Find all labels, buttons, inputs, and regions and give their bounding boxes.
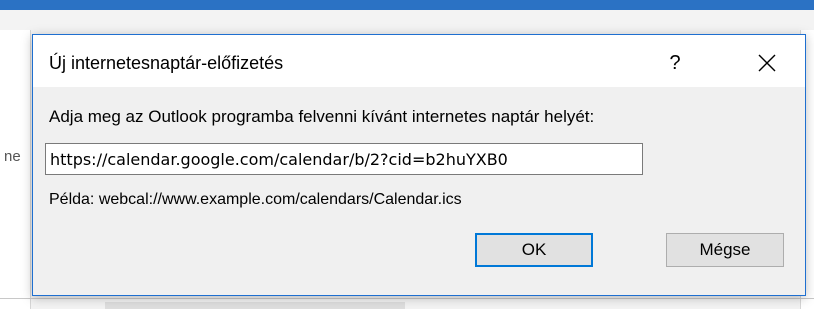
dialog-title: Új internetesnaptár-előfizetés bbox=[49, 53, 284, 73]
dialog-titlebar: Új internetesnaptár-előfizetés ? bbox=[33, 35, 805, 87]
ok-button[interactable]: OK bbox=[475, 233, 593, 267]
app-divider bbox=[0, 298, 814, 299]
app-bottom-strip bbox=[105, 302, 405, 309]
cancel-button[interactable]: Mégse bbox=[666, 233, 784, 267]
close-icon bbox=[758, 54, 776, 72]
close-button[interactable] bbox=[737, 45, 797, 81]
prompt-label: Adja meg az Outlook programba felvenni k… bbox=[49, 107, 595, 126]
example-text: Példa: webcal://www.example.com/calendar… bbox=[49, 191, 462, 208]
app-partial-text: ne bbox=[4, 148, 21, 165]
ok-button-label: OK bbox=[521, 240, 547, 259]
help-icon: ? bbox=[669, 51, 681, 74]
help-button[interactable]: ? bbox=[645, 45, 705, 81]
cancel-button-label: Mégse bbox=[699, 240, 751, 259]
app-title-bar bbox=[0, 0, 814, 10]
subscription-dialog: Új internetesnaptár-előfizetés ? Adja me… bbox=[32, 34, 806, 296]
calendar-url-input[interactable] bbox=[45, 143, 643, 175]
app-left-panel bbox=[0, 30, 31, 309]
